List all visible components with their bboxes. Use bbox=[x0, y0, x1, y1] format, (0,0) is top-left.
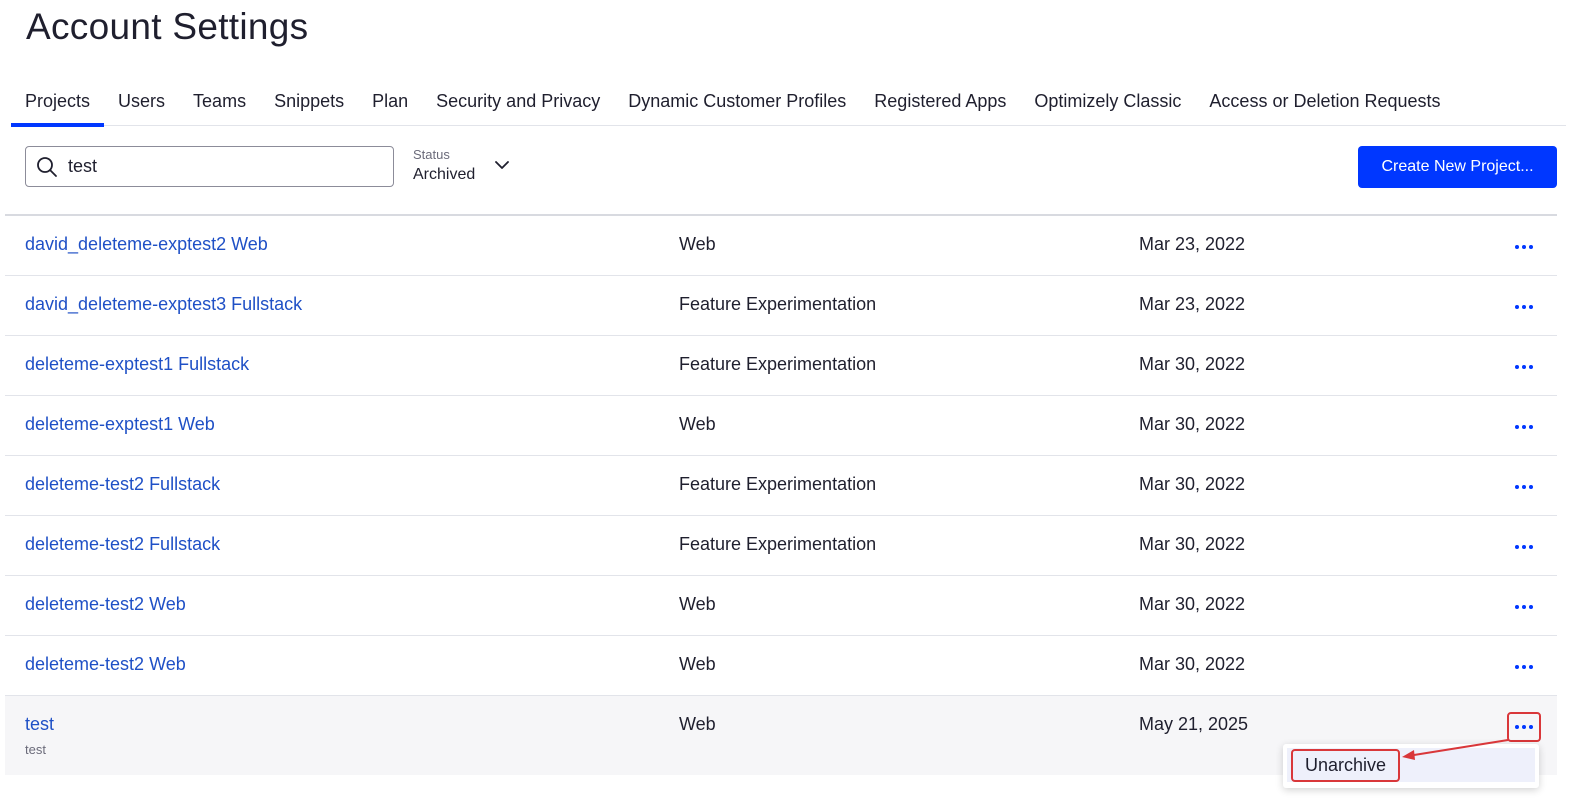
tab-security-and-privacy[interactable]: Security and Privacy bbox=[422, 80, 614, 127]
project-platform: Feature Experimentation bbox=[679, 474, 877, 494]
table-row: deleteme-test2 Fullstack Feature Experim… bbox=[5, 516, 1557, 576]
unarchive-menu-item[interactable]: Unarchive bbox=[1287, 748, 1535, 782]
project-platform: Web bbox=[679, 234, 716, 254]
tab-registered-apps[interactable]: Registered Apps bbox=[860, 80, 1020, 127]
project-platform: Feature Experimentation bbox=[679, 294, 877, 314]
project-name-link[interactable]: test bbox=[25, 714, 54, 735]
tab-access-or-deletion-requests[interactable]: Access or Deletion Requests bbox=[1195, 80, 1454, 127]
more-actions-button[interactable] bbox=[1507, 592, 1541, 622]
table-row: deleteme-exptest1 Fullstack Feature Expe… bbox=[5, 336, 1557, 396]
project-date: Mar 23, 2022 bbox=[1139, 234, 1246, 254]
settings-tabs: Projects Users Teams Snippets Plan Secur… bbox=[11, 80, 1566, 127]
project-name-link[interactable]: deleteme-test2 Fullstack bbox=[25, 534, 220, 555]
search-input[interactable] bbox=[68, 156, 368, 177]
table-row: deleteme-test2 Web Web Mar 30, 2022 bbox=[5, 636, 1557, 696]
project-date: Mar 30, 2022 bbox=[1139, 414, 1246, 434]
more-horizontal-icon bbox=[1515, 545, 1533, 549]
project-description: test bbox=[25, 742, 46, 757]
more-horizontal-icon bbox=[1515, 305, 1533, 309]
project-date: Mar 30, 2022 bbox=[1139, 474, 1246, 494]
table-row: deleteme-test2 Fullstack Feature Experim… bbox=[5, 456, 1557, 516]
more-actions-button[interactable] bbox=[1507, 532, 1541, 562]
more-horizontal-icon bbox=[1515, 665, 1533, 669]
more-actions-button[interactable] bbox=[1507, 472, 1541, 502]
more-horizontal-icon bbox=[1515, 605, 1533, 609]
project-date: May 21, 2025 bbox=[1139, 714, 1249, 734]
more-actions-button[interactable] bbox=[1507, 232, 1541, 262]
more-actions-button[interactable] bbox=[1507, 412, 1541, 442]
page-title: Account Settings bbox=[26, 6, 309, 47]
project-date: Mar 30, 2022 bbox=[1139, 534, 1246, 554]
project-platform: Feature Experimentation bbox=[679, 534, 877, 554]
tab-teams[interactable]: Teams bbox=[179, 80, 260, 127]
project-name-link[interactable]: deleteme-exptest1 Web bbox=[25, 414, 215, 435]
more-actions-button[interactable] bbox=[1507, 712, 1541, 742]
tab-dynamic-customer-profiles[interactable]: Dynamic Customer Profiles bbox=[614, 80, 860, 127]
status-filter-label: Status bbox=[413, 147, 450, 162]
project-name-link[interactable]: david_deleteme-exptest2 Web bbox=[25, 234, 268, 255]
table-row: deleteme-test2 Web Web Mar 30, 2022 bbox=[5, 576, 1557, 636]
project-platform: Web bbox=[679, 654, 716, 674]
table-row: david_deleteme-exptest3 Fullstack Featur… bbox=[5, 276, 1557, 336]
tab-optimizely-classic[interactable]: Optimizely Classic bbox=[1020, 80, 1195, 127]
project-date: Mar 23, 2022 bbox=[1139, 294, 1246, 314]
project-platform: Web bbox=[679, 594, 716, 614]
tab-plan[interactable]: Plan bbox=[358, 80, 422, 127]
row-actions-menu: Unarchive bbox=[1283, 744, 1539, 788]
more-actions-button[interactable] bbox=[1507, 292, 1541, 322]
project-name-link[interactable]: deleteme-test2 Fullstack bbox=[25, 474, 220, 495]
tab-projects[interactable]: Projects bbox=[11, 80, 105, 127]
project-name-link[interactable]: deleteme-test2 Web bbox=[25, 594, 186, 615]
more-horizontal-icon bbox=[1515, 725, 1533, 729]
project-date: Mar 30, 2022 bbox=[1139, 654, 1246, 674]
project-date: Mar 30, 2022 bbox=[1139, 354, 1246, 374]
unarchive-label: Unarchive bbox=[1291, 748, 1401, 782]
more-horizontal-icon bbox=[1515, 245, 1533, 249]
status-filter[interactable]: Status Archived bbox=[413, 147, 509, 184]
search-box[interactable] bbox=[25, 146, 394, 187]
more-horizontal-icon bbox=[1515, 365, 1533, 369]
create-new-project-button[interactable]: Create New Project... bbox=[1358, 146, 1557, 188]
project-name-link[interactable]: deleteme-test2 Web bbox=[25, 654, 186, 675]
status-filter-value: Archived bbox=[413, 166, 476, 183]
project-platform: Web bbox=[679, 414, 716, 434]
project-name-link[interactable]: david_deleteme-exptest3 Fullstack bbox=[25, 294, 302, 315]
project-date: Mar 30, 2022 bbox=[1139, 594, 1246, 614]
more-actions-button[interactable] bbox=[1507, 352, 1541, 382]
projects-table: david_deleteme-exptest2 Web Web Mar 23, … bbox=[5, 214, 1557, 775]
table-row: david_deleteme-exptest2 Web Web Mar 23, … bbox=[5, 216, 1557, 276]
project-platform: Web bbox=[679, 714, 716, 734]
table-row: deleteme-exptest1 Web Web Mar 30, 2022 bbox=[5, 396, 1557, 456]
tab-users[interactable]: Users bbox=[104, 80, 179, 127]
more-horizontal-icon bbox=[1515, 425, 1533, 429]
more-horizontal-icon bbox=[1515, 485, 1533, 489]
chevron-down-icon bbox=[495, 161, 509, 169]
tab-snippets[interactable]: Snippets bbox=[260, 80, 358, 127]
search-icon bbox=[37, 156, 57, 177]
more-actions-button[interactable] bbox=[1507, 652, 1541, 682]
project-platform: Feature Experimentation bbox=[679, 354, 877, 374]
project-name-link[interactable]: deleteme-exptest1 Fullstack bbox=[25, 354, 249, 375]
